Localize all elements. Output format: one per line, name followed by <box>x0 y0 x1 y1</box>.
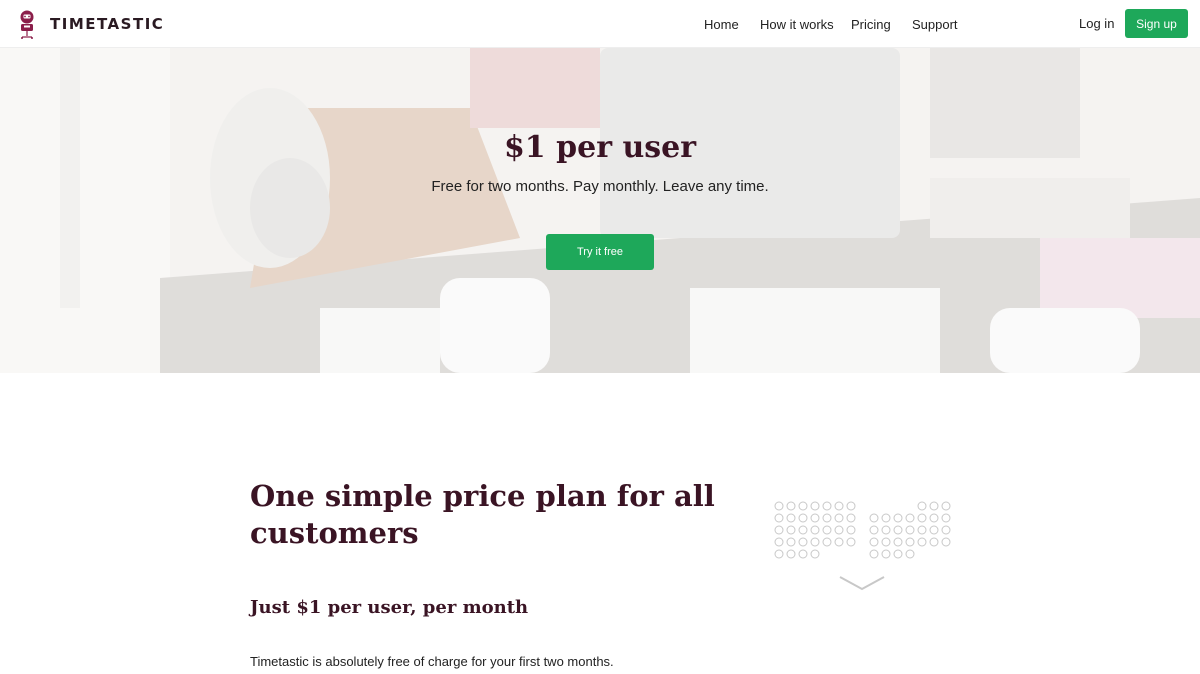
calendar-dot <box>786 525 796 535</box>
calendar-dot <box>881 525 891 535</box>
calendar-dot <box>929 501 939 511</box>
calendar-dot <box>786 537 796 547</box>
calendar-dot <box>881 513 891 523</box>
calendar-dot <box>905 537 915 547</box>
calendar-dot <box>774 549 784 559</box>
nav-how-it-works[interactable]: How it works <box>760 0 834 48</box>
calendar-dot <box>798 501 808 511</box>
brand-logo-link[interactable]: TIMETASTIC <box>16 8 164 40</box>
calendar-dot <box>786 549 796 559</box>
calendar-dot <box>917 501 927 511</box>
calendar-dot <box>905 525 915 535</box>
calendar-dot <box>810 501 820 511</box>
calendar-dot <box>810 537 820 547</box>
calendar-dot <box>786 501 796 511</box>
hero-subtitle: Free for two months. Pay monthly. Leave … <box>431 178 769 195</box>
calendar-dot <box>846 525 856 535</box>
nav-support[interactable]: Support <box>912 0 958 48</box>
calendar-dot <box>929 537 939 547</box>
calendar-dot <box>941 537 951 547</box>
calendar-dot <box>869 513 879 523</box>
calendar-dot <box>905 549 915 559</box>
nav-home-label: Home <box>704 16 739 32</box>
chevron-down-icon <box>839 576 885 591</box>
calendar-dot <box>941 525 951 535</box>
calendar-dot <box>786 513 796 523</box>
calendar-dot <box>774 513 784 523</box>
calendar-dots-icon <box>774 501 951 591</box>
calendar-dot <box>834 537 844 547</box>
hero-title: $1 per user <box>503 130 697 165</box>
try-it-free-button[interactable]: Try it free <box>546 234 654 270</box>
calendar-dot <box>846 501 856 511</box>
calendar-dot <box>834 501 844 511</box>
brand-name: TIMETASTIC <box>50 15 165 33</box>
calendar-dot <box>798 525 808 535</box>
nav-how-it-works-label: How it works <box>760 16 834 32</box>
nav-home[interactable]: Home <box>704 0 739 48</box>
calendar-dot <box>929 525 939 535</box>
pricing-body: Timetastic is absolutely free of charge … <box>250 654 614 669</box>
login-link[interactable]: Log in <box>1079 16 1114 31</box>
nav-support-label: Support <box>912 16 958 32</box>
calendar-dot <box>881 549 891 559</box>
calendar-dot <box>846 537 856 547</box>
calendar-dot <box>810 549 820 559</box>
hero-overlay <box>0 48 1200 373</box>
calendar-dot <box>774 525 784 535</box>
calendar-dot <box>917 537 927 547</box>
calendar-dot <box>917 513 927 523</box>
hero-section: $1 per user Free for two months. Pay mon… <box>0 48 1200 373</box>
calendar-dot <box>822 501 832 511</box>
calendar-dot <box>822 525 832 535</box>
calendar-dot <box>917 525 927 535</box>
nav-pricing[interactable]: Pricing <box>851 0 891 48</box>
pricing-title: One simple price plan for all customers <box>250 479 715 550</box>
calendar-dot <box>893 537 903 547</box>
signup-button[interactable]: Sign up <box>1125 9 1188 38</box>
calendar-dot <box>893 549 903 559</box>
calendar-dot <box>810 513 820 523</box>
calendar-dot <box>822 513 832 523</box>
calendar-dot <box>822 537 832 547</box>
calendar-dot <box>881 537 891 547</box>
calendar-dot <box>846 513 856 523</box>
calendar-dot <box>798 537 808 547</box>
timetastic-logo-icon <box>20 10 34 39</box>
calendar-dot <box>774 501 784 511</box>
calendar-dot <box>869 525 879 535</box>
calendar-dot <box>810 525 820 535</box>
pricing-subtitle: Just $1 per user, per month <box>250 597 529 618</box>
calendar-dot <box>798 513 808 523</box>
calendar-dot <box>941 513 951 523</box>
site-header: TIMETASTIC Home How it works Pricing Sup… <box>0 0 1200 48</box>
calendar-dot <box>869 549 879 559</box>
calendar-dot <box>834 513 844 523</box>
calendar-dot <box>893 513 903 523</box>
calendar-dot <box>893 525 903 535</box>
calendar-dot <box>834 525 844 535</box>
calendar-dot <box>941 501 951 511</box>
nav-pricing-label: Pricing <box>851 16 891 32</box>
calendar-dot <box>774 537 784 547</box>
calendar-dot <box>905 513 915 523</box>
calendar-dot <box>798 549 808 559</box>
calendar-dot <box>869 537 879 547</box>
calendar-dot <box>929 513 939 523</box>
